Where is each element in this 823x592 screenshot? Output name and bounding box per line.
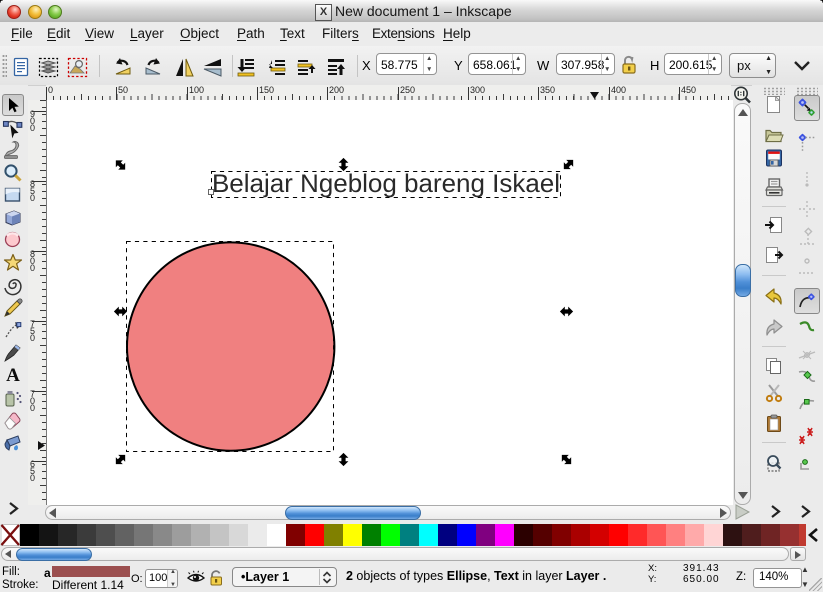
svg-text:A: A <box>6 365 20 386</box>
